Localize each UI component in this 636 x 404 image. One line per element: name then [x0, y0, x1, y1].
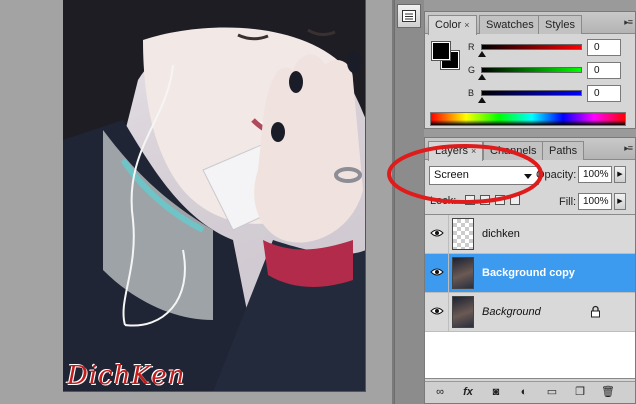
layer-thumbnail: [452, 257, 474, 289]
tab-channels[interactable]: Channels: [483, 141, 544, 160]
channel-r-label: R: [468, 42, 475, 52]
adjustment-icon[interactable]: ◐: [517, 386, 531, 399]
layers-footer-toolbar: ∞ fx ◙ ◐ ▭ ❐ 🗑: [425, 381, 635, 403]
channel-g-input[interactable]: 0: [587, 62, 621, 79]
channel-r-input[interactable]: 0: [587, 39, 621, 56]
channel-b-slider[interactable]: [478, 90, 582, 103]
visibility-toggle[interactable]: [425, 254, 449, 293]
tab-color-label: Color: [435, 19, 462, 31]
lock-options: [465, 195, 520, 205]
eye-icon[interactable]: [430, 267, 444, 277]
layers-panel-tabs: Layers × Channels Paths ▸≡: [425, 138, 635, 161]
mask-icon[interactable]: ◙: [489, 386, 503, 399]
lock-all-icon[interactable]: [510, 195, 520, 205]
visibility-toggle[interactable]: [425, 215, 449, 254]
fx-icon[interactable]: fx: [461, 386, 475, 399]
lock-label: Lock:: [430, 195, 457, 207]
lock-transparent-icon[interactable]: [465, 195, 475, 205]
channel-g-slider[interactable]: [478, 67, 582, 80]
panel-menu-icon[interactable]: ▸≡: [624, 143, 633, 154]
layer-thumbnail: [452, 296, 474, 328]
layer-name[interactable]: Background copy: [482, 267, 575, 279]
fill-label: Fill:: [559, 196, 577, 208]
tab-swatches[interactable]: Swatches: [479, 15, 541, 34]
fill-stepper[interactable]: ▶: [614, 193, 626, 210]
layer-row-dichken[interactable]: dichken: [425, 215, 635, 254]
layer-list: dichken Background copy Background: [425, 214, 635, 379]
layers-panel: Layers × Channels Paths ▸≡ Screen Opacity…: [424, 137, 636, 404]
panel-dock: [394, 0, 424, 404]
tab-paths-label: Paths: [549, 145, 578, 157]
layer-name[interactable]: dichken: [482, 228, 520, 240]
close-icon[interactable]: ×: [471, 146, 476, 156]
tab-paths[interactable]: Paths: [542, 141, 585, 160]
foreground-color-swatch[interactable]: [431, 41, 451, 61]
channel-g-label: G: [468, 65, 476, 75]
tab-channels-label: Channels: [490, 145, 537, 157]
lock-icon: [591, 305, 600, 318]
tab-styles-label: Styles: [545, 19, 575, 31]
close-icon[interactable]: ×: [464, 20, 469, 30]
eye-icon[interactable]: [430, 228, 444, 238]
folder-icon[interactable]: ▭: [545, 386, 559, 399]
layer-name[interactable]: Background: [482, 306, 541, 318]
fill-input[interactable]: 100%: [578, 193, 612, 210]
document-photo[interactable]: DichKen: [63, 0, 366, 392]
photo-illustration: [63, 0, 365, 391]
channel-b-label: B: [468, 88, 475, 98]
lock-image-icon[interactable]: [480, 195, 490, 205]
slider-thumb-icon[interactable]: [478, 51, 486, 57]
chevron-down-icon[interactable]: [524, 174, 532, 179]
link-icon[interactable]: ∞: [433, 386, 447, 399]
tab-color[interactable]: Color ×: [428, 15, 477, 35]
channel-b-input[interactable]: 0: [587, 85, 621, 102]
visibility-toggle[interactable]: [425, 293, 449, 332]
panel-menu-icon[interactable]: ▸≡: [624, 17, 633, 28]
trash-icon[interactable]: 🗑: [601, 386, 615, 399]
color-panel-tabs: Color × Swatches Styles ▸≡: [425, 12, 635, 35]
new-layer-icon[interactable]: ❐: [573, 386, 587, 399]
tab-layers-label: Layers: [435, 145, 469, 157]
tab-layers[interactable]: Layers ×: [428, 141, 484, 161]
watermark-signature: DichKen: [67, 361, 186, 391]
layer-row-background-copy[interactable]: Background copy: [425, 254, 635, 293]
lock-position-icon[interactable]: [495, 195, 505, 205]
blend-mode-value: Screen: [434, 169, 469, 181]
tab-styles[interactable]: Styles: [538, 15, 582, 34]
eye-icon[interactable]: [430, 306, 444, 316]
opacity-label: Opacity:: [536, 169, 577, 181]
opacity-stepper[interactable]: ▶: [614, 166, 626, 183]
color-spectrum-ramp[interactable]: [430, 112, 626, 126]
slider-thumb-icon[interactable]: [478, 74, 486, 80]
blend-mode-select[interactable]: Screen: [429, 166, 539, 185]
navigator-icon[interactable]: [397, 4, 421, 28]
color-panel: Color × Swatches Styles ▸≡ R 0 G 0 B 0: [424, 11, 636, 129]
layer-thumbnail: [452, 218, 474, 250]
tab-swatches-label: Swatches: [486, 19, 534, 31]
slider-thumb-icon[interactable]: [478, 97, 486, 103]
opacity-input[interactable]: 100%: [578, 166, 612, 183]
channel-r-slider[interactable]: [478, 44, 582, 57]
layer-row-background[interactable]: Background: [425, 293, 635, 332]
